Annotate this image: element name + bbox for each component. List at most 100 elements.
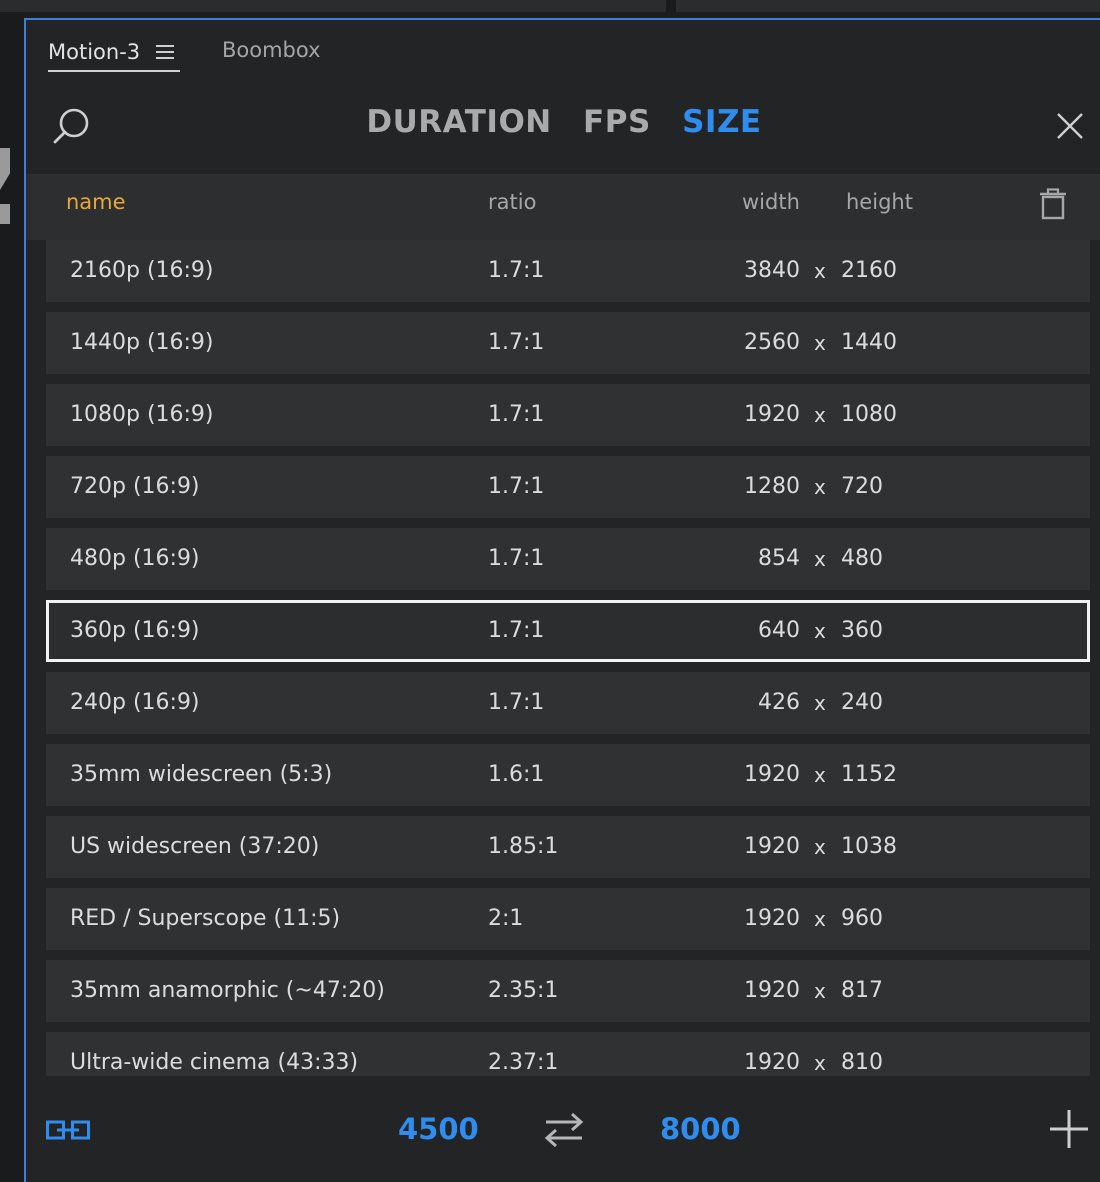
table-row[interactable]: 1440p (16:9) 1.7:1 2560 x 1440 [46,312,1090,374]
left-dock-tab-small[interactable] [0,204,10,224]
table-row[interactable]: US widescreen (37:20) 1.85:1 1920 x 1038 [46,816,1090,878]
left-dock-tab[interactable] [0,148,10,190]
preset-name: 35mm anamorphic (~47:20) [70,978,385,1003]
plus-icon[interactable] [1048,1108,1090,1150]
preset-name: 2160p (16:9) [70,258,214,283]
dimension-separator: x [814,403,826,427]
preset-width: 3840 [744,258,800,283]
preset-width: 2560 [744,330,800,355]
table-row[interactable]: 2160p (16:9) 1.7:1 3840 x 2160 [46,240,1090,302]
trash-icon[interactable] [1038,188,1068,220]
dimension-separator: x [814,547,826,571]
swap-icon[interactable] [542,1110,586,1150]
preset-width: 1920 [744,402,800,427]
preset-height: 1080 [841,402,897,427]
link-icon[interactable] [46,1120,90,1140]
custom-height-value[interactable]: 8000 [660,1104,741,1154]
preset-name: 360p (16:9) [70,618,200,643]
dimension-separator: x [814,475,826,499]
close-icon[interactable] [1056,112,1084,140]
table-row[interactable]: Ultra-wide cinema (43:33) 2.37:1 1920 x … [46,1032,1090,1076]
dimension-separator: x [814,763,826,787]
tab-fps[interactable]: FPS [583,104,651,140]
column-height[interactable]: height [846,174,913,230]
dimension-separator: x [814,907,826,931]
dimension-separator: x [814,1051,826,1075]
preset-height: 480 [841,546,883,571]
tab-duration[interactable]: DURATION [366,104,551,140]
preset-name: 35mm widescreen (5:3) [70,762,333,787]
custom-size-footer: 4500 8000 [26,1076,1100,1182]
table-row[interactable]: 35mm anamorphic (~47:20) 2.35:1 1920 x 8… [46,960,1090,1022]
preset-height: 810 [841,1050,883,1075]
preset-name: Ultra-wide cinema (43:33) [70,1050,359,1075]
table-row[interactable]: 480p (16:9) 1.7:1 854 x 480 [46,528,1090,590]
preset-height: 1038 [841,834,897,859]
preset-ratio: 1.7:1 [488,546,545,571]
preset-name: US widescreen (37:20) [70,834,320,859]
preset-width: 854 [758,546,800,571]
tab-motion-3-label: Motion-3 [48,40,141,64]
menu-icon[interactable] [156,45,175,59]
preset-ratio: 1.7:1 [488,618,545,643]
preset-name: 720p (16:9) [70,474,200,499]
table-row[interactable]: 35mm widescreen (5:3) 1.6:1 1920 x 1152 [46,744,1090,806]
column-width[interactable]: width [742,174,800,230]
preset-name: 240p (16:9) [70,690,200,715]
panel-tabs: Motion-3 Boombox [26,20,1100,82]
preset-name: 1440p (16:9) [70,330,214,355]
tab-boombox[interactable]: Boombox [222,34,321,66]
left-dock [0,12,24,1182]
custom-width-value[interactable]: 4500 [398,1104,479,1154]
top-strip [0,0,1100,12]
preset-height: 240 [841,690,883,715]
column-ratio[interactable]: ratio [488,174,536,230]
preset-ratio: 1.7:1 [488,690,545,715]
tab-motion-3[interactable]: Motion-3 [48,34,181,72]
dimension-separator: x [814,619,826,643]
dimension-separator: x [814,331,826,355]
table-row[interactable]: RED / Superscope (11:5) 2:1 1920 x 960 [46,888,1090,950]
table-row[interactable]: 240p (16:9) 1.7:1 426 x 240 [46,672,1090,734]
preset-width: 1920 [744,834,800,859]
preset-ratio: 1.7:1 [488,474,545,499]
dimension-separator: x [814,979,826,1003]
preset-ratio: 1.6:1 [488,762,545,787]
preset-ratio: 1.7:1 [488,258,545,283]
preset-list[interactable]: 2160p (16:9) 1.7:1 3840 x 2160 1440p (16… [46,240,1092,1076]
preset-height: 1152 [841,762,897,787]
preset-height: 1440 [841,330,897,355]
column-header: name ratio width height [26,174,1100,240]
preset-height: 960 [841,906,883,931]
tab-size[interactable]: SIZE [682,104,762,140]
preset-ratio: 2.37:1 [488,1050,559,1075]
preset-category-tabs: DURATION FPS SIZE [26,104,1100,140]
preset-ratio: 2:1 [488,906,524,931]
preset-height: 817 [841,978,883,1003]
preset-width: 1280 [744,474,800,499]
preset-ratio: 2.35:1 [488,978,559,1003]
size-panel: Motion-3 Boombox DURATION FPS SIZE name … [24,18,1100,1182]
preset-height: 360 [841,618,883,643]
preset-name: RED / Superscope (11:5) [70,906,341,931]
table-row[interactable]: 1080p (16:9) 1.7:1 1920 x 1080 [46,384,1090,446]
preset-width: 426 [758,690,800,715]
preset-ratio: 1.7:1 [488,330,545,355]
preset-ratio: 1.7:1 [488,402,545,427]
preset-width: 1920 [744,978,800,1003]
top-strip-divider [666,0,676,12]
table-row-selected[interactable]: 360p (16:9) 1.7:1 640 x 360 [46,600,1090,662]
dimension-separator: x [814,691,826,715]
preset-width: 640 [758,618,800,643]
preset-width: 1920 [744,906,800,931]
preset-height: 720 [841,474,883,499]
preset-width: 1920 [744,1050,800,1075]
preset-name: 480p (16:9) [70,546,200,571]
table-row[interactable]: 720p (16:9) 1.7:1 1280 x 720 [46,456,1090,518]
preset-name: 1080p (16:9) [70,402,214,427]
column-name[interactable]: name [66,174,126,230]
preset-height: 2160 [841,258,897,283]
dimension-separator: x [814,259,826,283]
preset-width: 1920 [744,762,800,787]
preset-ratio: 1.85:1 [488,834,559,859]
